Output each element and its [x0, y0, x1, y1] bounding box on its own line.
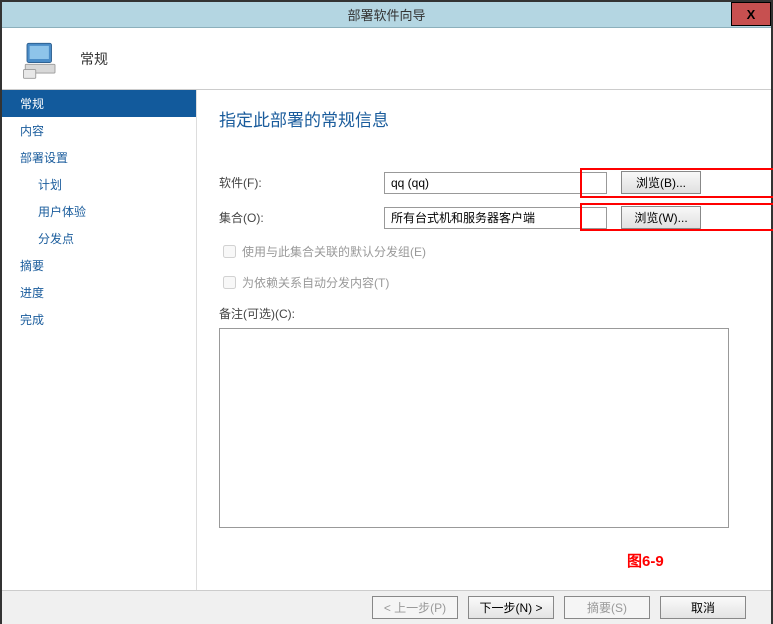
collection-browse-button[interactable]: 浏览(W)... — [621, 206, 701, 229]
software-row: 软件(F): 浏览(B)... — [219, 171, 741, 194]
checkbox-default-dist-input — [223, 245, 236, 258]
collection-label: 集合(O): — [219, 209, 384, 226]
prev-button: < 上一步(P) — [372, 596, 458, 619]
checkbox-auto-dist-input — [223, 276, 236, 289]
header-banner: 常规 — [2, 28, 771, 90]
wizard-body: 常规 内容 部署设置 计划 用户体验 分发点 摘要 进度 完成 指定此部署的常规… — [2, 90, 771, 590]
software-browse-button[interactable]: 浏览(B)... — [621, 171, 701, 194]
window-title: 部署软件向导 — [347, 5, 425, 24]
next-button[interactable]: 下一步(N) > — [468, 596, 554, 619]
checkbox-auto-dist-label: 为依赖关系自动分发内容(T) — [242, 274, 389, 291]
sidebar-item-complete[interactable]: 完成 — [2, 306, 196, 333]
remark-label: 备注(可选)(C): — [219, 305, 741, 322]
sidebar-item-schedule[interactable]: 计划 — [2, 171, 196, 198]
summary-button: 摘要(S) — [564, 596, 650, 619]
checkbox-default-dist: 使用与此集合关联的默认分发组(E) — [223, 243, 741, 260]
sidebar-item-user-exp[interactable]: 用户体验 — [2, 198, 196, 225]
cancel-button[interactable]: 取消 — [660, 596, 746, 619]
software-label: 软件(F): — [219, 174, 384, 191]
sidebar-item-progress[interactable]: 进度 — [2, 279, 196, 306]
checkbox-auto-dist: 为依赖关系自动分发内容(T) — [223, 274, 741, 291]
header-label: 常规 — [80, 49, 108, 69]
collection-input[interactable] — [384, 207, 607, 229]
figure-caption: 图6-9 — [627, 550, 664, 571]
computer-icon — [20, 38, 62, 80]
sidebar: 常规 内容 部署设置 计划 用户体验 分发点 摘要 进度 完成 — [2, 90, 197, 590]
sidebar-item-dist-point[interactable]: 分发点 — [2, 225, 196, 252]
checkbox-default-dist-label: 使用与此集合关联的默认分发组(E) — [242, 243, 426, 260]
sidebar-item-deploy-settings[interactable]: 部署设置 — [2, 144, 196, 171]
software-input[interactable] — [384, 172, 607, 194]
sidebar-item-summary[interactable]: 摘要 — [2, 252, 196, 279]
titlebar: 部署软件向导 X — [2, 2, 771, 28]
close-icon: X — [747, 7, 756, 22]
main-heading: 指定此部署的常规信息 — [219, 106, 741, 131]
remark-textarea[interactable] — [219, 328, 729, 528]
collection-row: 集合(O): 浏览(W)... — [219, 206, 741, 229]
close-button[interactable]: X — [731, 2, 771, 26]
sidebar-item-general[interactable]: 常规 — [2, 90, 196, 117]
wizard-footer: < 上一步(P) 下一步(N) > 摘要(S) 取消 — [2, 590, 771, 624]
sidebar-item-content[interactable]: 内容 — [2, 117, 196, 144]
main-panel: 指定此部署的常规信息 软件(F): 浏览(B)... 集合(O): 浏览(W).… — [197, 90, 771, 590]
